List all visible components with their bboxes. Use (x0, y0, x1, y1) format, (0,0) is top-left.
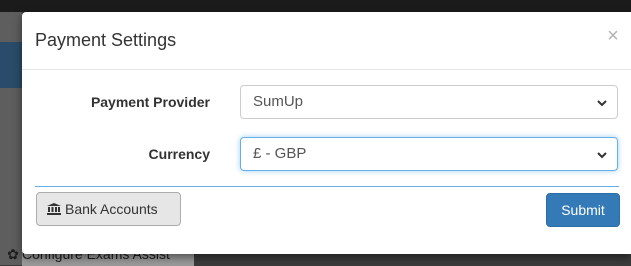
payment-provider-select[interactable]: SumUp (240, 85, 618, 119)
chevron-down-icon (597, 100, 607, 107)
modal-title: Payment Settings (35, 30, 177, 50)
payment-provider-label: Payment Provider (90, 94, 210, 110)
gear-icon: ✿ (7, 246, 19, 262)
payment-provider-value: SumUp (253, 93, 304, 110)
bank-accounts-label: Bank Accounts (65, 201, 158, 217)
currency-select[interactable]: £ - GBP (240, 137, 618, 171)
background-tab (0, 42, 22, 88)
submit-button[interactable]: Submit (546, 193, 620, 227)
currency-row: Currency £ - GBP (22, 137, 631, 171)
currency-value: £ - GBP (253, 145, 307, 162)
currency-label: Currency (148, 146, 210, 162)
bank-accounts-button[interactable]: Bank Accounts (36, 192, 181, 226)
close-icon[interactable]: × (605, 26, 621, 46)
modal-header: Payment Settings × (22, 12, 631, 70)
background-topbar (0, 0, 631, 12)
chevron-down-icon (597, 152, 607, 159)
payment-provider-row: Payment Provider SumUp (22, 85, 631, 119)
modal-footer-divider (35, 186, 619, 187)
bank-icon (47, 203, 61, 215)
payment-settings-modal: Payment Settings × Payment Provider SumU… (22, 12, 631, 254)
